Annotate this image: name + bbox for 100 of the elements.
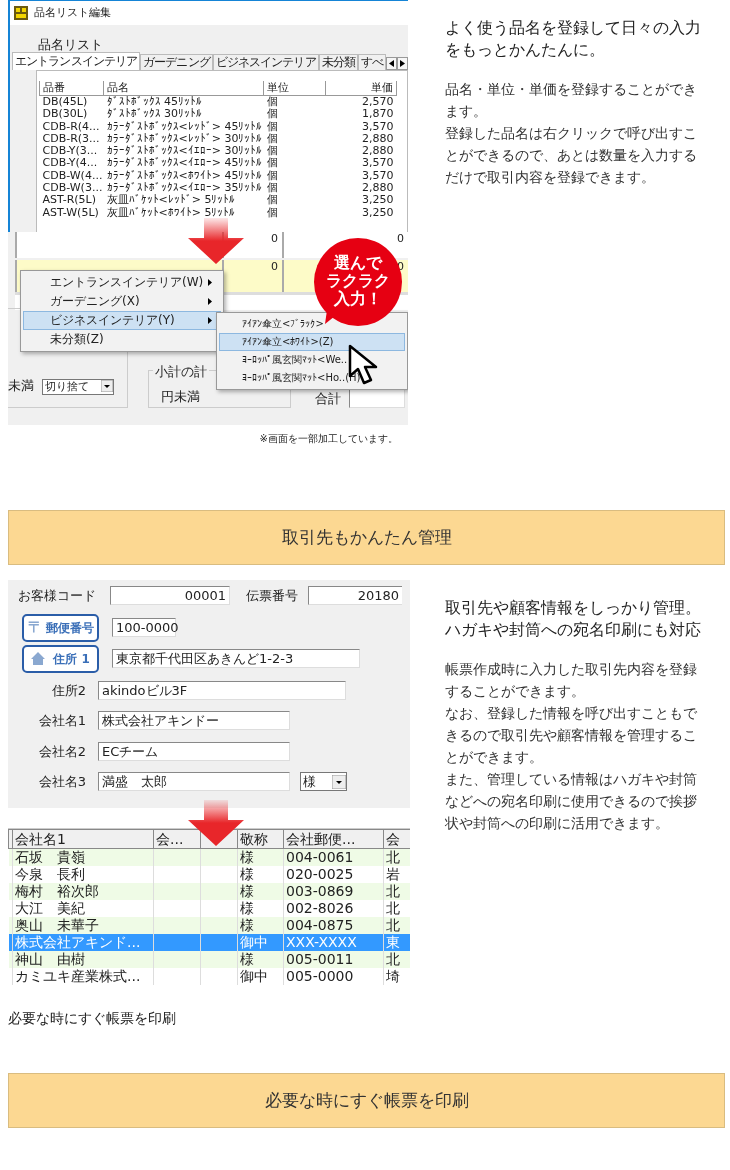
- tab[interactable]: すべ: [357, 54, 387, 70]
- table-cell-text: 個: [265, 132, 279, 145]
- headline: 取引先や顧客情報をしっかり管理。 ハガキや封筒への宛名印刷にも対応: [445, 597, 702, 641]
- column-header[interactable]: 会...: [153, 829, 201, 849]
- menu-item[interactable]: 未分類(Z): [23, 330, 221, 349]
- description-text: 帳票作成時に入力した取引先内容を登録 することができます。 なお、登録した情報を呼び出すこともで きるので取引先や顧客情報を管理するこ とができます。 また、管理している情報はハガキや封筒 などへの宛名印刷に使用できるので挨拶 状や封筒への印刷に活用できます。: [445, 660, 698, 833]
- column-header[interactable]: 会: [383, 829, 410, 849]
- table-cell-text: ｶﾗｰﾀﾞｽﾄﾎﾞｯｸｽ<ｲｴﾛｰ> 35ﾘｯﾄﾙ: [105, 182, 264, 195]
- table-cell-text: 個: [265, 206, 279, 219]
- table-cell: 様: [237, 899, 284, 917]
- list-label: 品名リスト: [38, 37, 104, 53]
- column-header[interactable]: 単価: [325, 81, 397, 96]
- column-header[interactable]: 品番: [39, 81, 104, 96]
- table-cell: 奥山 未華子: [12, 916, 154, 934]
- description-text: 品名・単位・単価を登録することができ ます。 登録した品名は右クリックで呼び出すこ とができるので、あとは数量を入力する だけで取引内容を登録できます。: [445, 80, 698, 187]
- text-field[interactable]: akindoビル3F: [98, 680, 346, 700]
- table-cell: 様: [237, 882, 284, 900]
- table-cell-text: 2,880: [361, 145, 395, 158]
- table-cell: 北: [383, 899, 410, 917]
- address-button[interactable]: 住所 1: [22, 644, 99, 673]
- tab[interactable]: ガーデニング: [140, 54, 213, 70]
- column-header[interactable]: 品名: [103, 81, 264, 96]
- table-cell: 北: [383, 848, 410, 866]
- table-cell-text: 3,570: [361, 169, 395, 183]
- table-cell: 石坂 貴嶺: [12, 848, 154, 866]
- table-cell: 020-0025: [283, 865, 384, 883]
- text-field[interactable]: ECチーム: [98, 741, 290, 761]
- table-cell-text: 3,570: [361, 120, 395, 133]
- table-cell-text: ｶﾗｰﾀﾞｽﾄﾎﾞｯｸｽ<ｲｴﾛｰ> 30ﾘｯﾄﾙ: [105, 145, 264, 158]
- menu-item[interactable]: ガーデニング(X): [23, 292, 221, 311]
- code-field[interactable]: 00001: [110, 586, 230, 606]
- address-field[interactable]: 東京都千代田区あきんど1-2-3: [112, 649, 360, 668]
- table-cell: 003-0869: [283, 882, 384, 900]
- table-cell: カミユキ産業株式...: [12, 967, 154, 985]
- field-label: 会社名2: [37, 742, 87, 761]
- menu-item[interactable]: ﾖｰﾛｯﾊﾟ風玄関ﾏｯﾄ<We..: [219, 351, 405, 369]
- table-cell: 002-8026: [283, 899, 384, 917]
- table-cell-text: CDB-Y(3...: [41, 145, 99, 158]
- field-label: 会社名3: [37, 773, 87, 791]
- field-label: 会社名1: [37, 712, 87, 730]
- table-cell-text: 灰皿ﾊﾞｹｯﾄ<ﾚｯﾄﾞ> 5ﾘｯﾄﾙ: [105, 194, 237, 207]
- table-cell: 北: [383, 916, 410, 934]
- honorific-select[interactable]: 様: [300, 772, 347, 792]
- field-label: 住所2: [50, 681, 87, 700]
- table-cell-text: 3,570: [361, 157, 395, 170]
- table-cell: 2,570: [325, 95, 397, 109]
- table-cell: 御中: [237, 967, 284, 985]
- table-cell-text: ｶﾗｰﾀﾞｽﾄﾎﾞｯｸｽ<ﾎﾜｲﾄ> 45ﾘｯﾄﾙ: [105, 169, 264, 182]
- postal-mark-icon: 〒: [27, 616, 43, 639]
- table-cell: 東: [383, 933, 410, 951]
- section-banner: 取引先もかんたん管理: [8, 510, 725, 565]
- column-header[interactable]: 敬称: [237, 829, 284, 849]
- table-cell-text: 2,880: [361, 132, 395, 146]
- rounding-label: 未満: [8, 376, 34, 395]
- window-title: 品名リスト編集: [34, 4, 111, 21]
- unit-label: 円未満: [161, 389, 200, 404]
- postal-field[interactable]: 100-0000: [112, 618, 176, 637]
- text-field[interactable]: 株式会社アキンドー: [98, 711, 290, 731]
- text-field[interactable]: 満盛 太郎: [98, 772, 290, 792]
- column-header[interactable]: 単位: [263, 81, 326, 96]
- table-cell-text: 灰皿ﾊﾞｹｯﾄ<ﾎﾜｲﾄ> 5ﾘｯﾄﾙ: [105, 206, 237, 219]
- menu-item[interactable]: エントランスインテリア(W): [23, 273, 221, 292]
- table-cell-text: AST-W(5L): [41, 206, 100, 219]
- table-cell-text: CDB-R(3...: [41, 132, 101, 146]
- postal-code-button[interactable]: 〒 郵便番号: [22, 613, 99, 642]
- table-cell-text: 個: [265, 169, 279, 182]
- column-header[interactable]: 会社名1: [12, 829, 154, 849]
- column-header[interactable]: 会社郵便...: [283, 829, 384, 849]
- table-cell-text: AST-R(5L): [41, 194, 98, 207]
- table-cell: 004-0061: [283, 848, 384, 866]
- table-cell: ﾀﾞｽﾄﾎﾞｯｸｽ 30ﾘｯﾄﾙ: [103, 108, 264, 121]
- table-cell: 北: [383, 950, 410, 968]
- table-cell: 今泉 長利: [12, 865, 154, 883]
- headline: よく使う品名を登録して日々の入力 をもっとかんたんに。: [445, 17, 702, 61]
- menu-item[interactable]: ビジネスインテリア(Y): [23, 311, 221, 330]
- table-cell-text: 2,880: [361, 182, 395, 195]
- tab[interactable]: ビジネスインテリア: [212, 54, 319, 70]
- table-cell: ﾀﾞｽﾄﾎﾞｯｸｽ 45ﾘｯﾄﾙ: [103, 95, 264, 109]
- table-cell-text: 個: [265, 145, 279, 158]
- table-cell-text: CDB-R(4...: [41, 120, 101, 133]
- table-cell: 岩: [383, 865, 410, 883]
- slip-field[interactable]: 20180: [308, 586, 402, 606]
- table-cell-text: CDB-Y(4...: [41, 157, 99, 170]
- total-label: 合計: [315, 389, 341, 408]
- table-cell-text: 3,250: [361, 206, 395, 219]
- table-cell-text: DB(30L): [41, 108, 89, 121]
- table-cell-text: ｶﾗｰﾀﾞｽﾄﾎﾞｯｸｽ<ﾚｯﾄﾞ> 30ﾘｯﾄﾙ: [105, 132, 264, 145]
- table-cell: 個: [263, 95, 326, 109]
- tab[interactable]: 未分類: [318, 54, 358, 70]
- table-cell-text: 3,250: [361, 194, 395, 207]
- menu-item[interactable]: ｱｲｱﾝ傘立<ﾌﾞﾗｯｸ>: [219, 315, 405, 333]
- table-cell: 様: [237, 848, 284, 866]
- rounding-select[interactable]: 切り捨て: [42, 379, 114, 395]
- table-cell: 様: [237, 950, 284, 968]
- table-cell-text: 個: [265, 157, 279, 170]
- menu-item[interactable]: ｱｲｱﾝ傘立<ﾎﾜｲﾄ>(Z): [219, 333, 405, 351]
- tab[interactable]: エントランスインテリア: [12, 52, 141, 70]
- table-cell-text: ｶﾗｰﾀﾞｽﾄﾎﾞｯｸｽ<ｲｴﾛｰ> 45ﾘｯﾄﾙ: [105, 157, 264, 170]
- field-label: お客様コード: [18, 587, 96, 605]
- note-text: ※画面を一部加工しています。: [258, 432, 399, 446]
